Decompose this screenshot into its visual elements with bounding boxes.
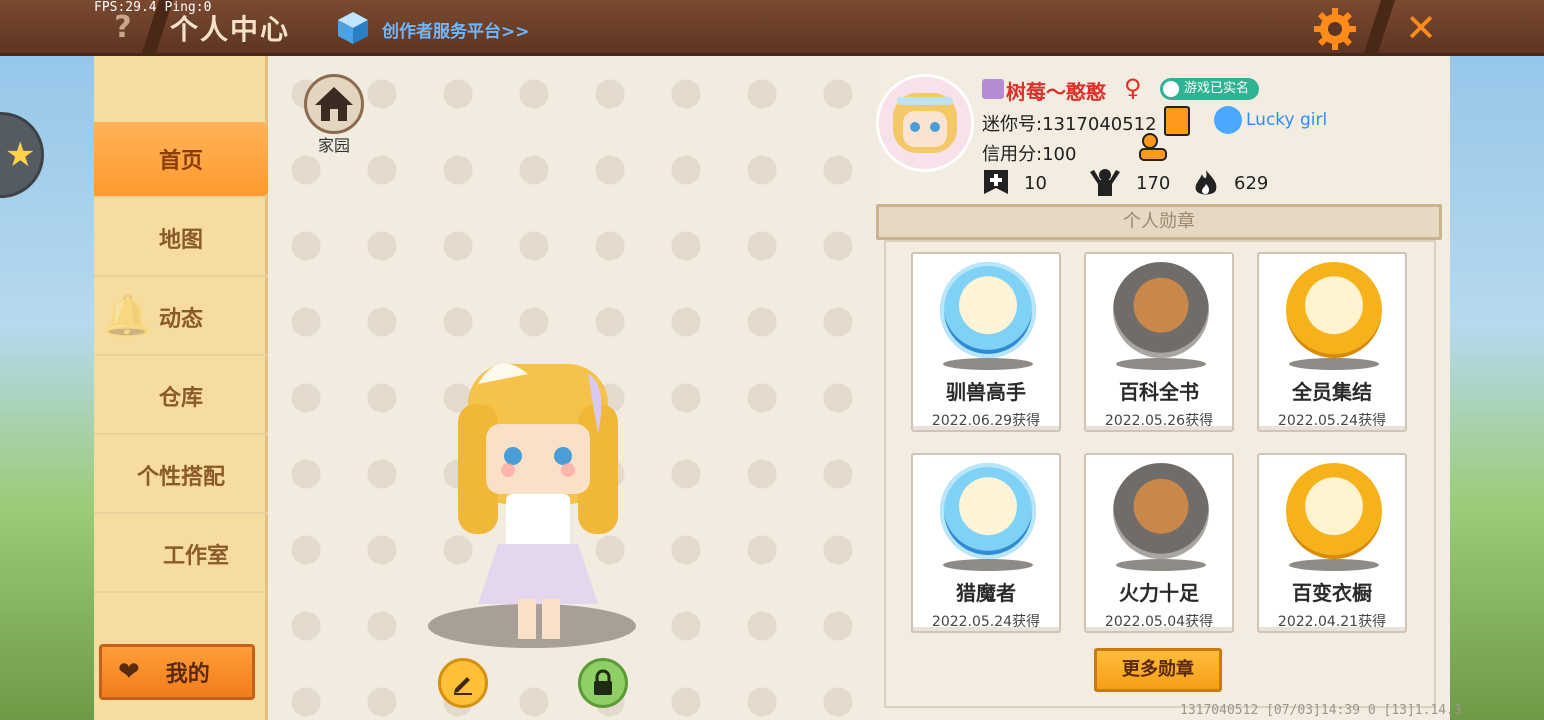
avatar[interactable] [876, 74, 974, 172]
medal-pedestal [1289, 559, 1379, 571]
realname-badge: 游戏已实名 [1160, 78, 1260, 100]
sidebar-item-feed[interactable]: 🔔 动态 [94, 280, 268, 356]
sidebar: 首页 地图 🔔 动态 仓库 个性搭配 工作室 ❤ 我的 [94, 56, 268, 720]
mine-button[interactable]: ❤ 我的 [99, 644, 255, 700]
medal-icon [1286, 262, 1382, 358]
medal-card[interactable]: 百科全书 2022.05.26获得 [1084, 252, 1234, 432]
side-float-button[interactable]: ★ [0, 112, 44, 198]
edit-button[interactable] [438, 658, 488, 708]
medal-date: 2022.05.04获得 [1104, 614, 1214, 630]
credit-score: 信用分:100 [982, 144, 1077, 165]
vip-icon [982, 79, 1004, 99]
medal-pedestal [1116, 358, 1206, 370]
home-button[interactable] [304, 74, 364, 134]
medal-card[interactable]: 猎魔者 2022.05.24获得 [911, 453, 1061, 633]
medal-icon [940, 463, 1036, 559]
home-label: 家园 [317, 136, 350, 155]
debug-footer: 1317040512 [07/03]14:39 0 [13]1.14.3 [1180, 703, 1462, 718]
sidebar-item-label: 个性搭配 [136, 465, 225, 490]
medals-heading: 个人勋章 [876, 204, 1442, 240]
medal-icon [1286, 463, 1382, 559]
help-icon[interactable]: ? [108, 10, 138, 46]
sidebar-item-label: 首页 [158, 149, 203, 174]
sidebar-item-outfit[interactable]: 个性搭配 [94, 438, 268, 514]
fans-stat[interactable]: 170 [1088, 168, 1170, 198]
lock-button[interactable] [578, 658, 628, 708]
bell-icon: 🔔 [102, 293, 152, 339]
medal-name: 百科全书 [1119, 380, 1199, 404]
character-model[interactable] [438, 344, 638, 644]
player-title[interactable]: Lucky girl [1246, 110, 1327, 130]
heart-icon: ❤ [118, 657, 140, 687]
creator-platform-link[interactable]: 创作者服务平台>> [382, 17, 530, 42]
medal-name: 百变衣橱 [1292, 581, 1372, 605]
sidebar-item-map[interactable]: 地图 [94, 201, 268, 277]
avatar-image [879, 77, 971, 169]
character-area: 家园 [268, 56, 876, 720]
cube-icon[interactable] [336, 10, 370, 46]
page-title: 个人中心 [170, 13, 291, 46]
medal-pedestal [1116, 559, 1206, 571]
female-icon: ♀ [1124, 74, 1142, 102]
fans-count: 170 [1136, 172, 1171, 194]
medal-date: 2022.06.29获得 [931, 413, 1041, 429]
star-icon: ★ [5, 135, 36, 175]
sidebar-item-studio[interactable]: 工作室 [94, 517, 268, 593]
medal-card[interactable]: 驯兽高手 2022.06.29获得 [911, 252, 1061, 432]
sidebar-item-home[interactable]: 首页 [94, 122, 268, 198]
friends-count: 10 [1024, 172, 1047, 194]
medal-card[interactable]: 全员集结 2022.05.24获得 [1257, 252, 1407, 432]
title-badge-icon [1214, 106, 1242, 134]
close-icon[interactable]: ✕ [1400, 8, 1442, 50]
sidebar-item-warehouse[interactable]: 仓库 [94, 359, 268, 435]
mine-label: 我的 [165, 662, 210, 687]
sidebar-item-label: 地图 [158, 228, 203, 253]
fire-icon [1195, 170, 1217, 195]
house-icon [315, 87, 353, 121]
medal-name: 猎魔者 [956, 581, 1016, 605]
friends-stat[interactable]: 10 [982, 168, 1047, 198]
medal-icon [940, 262, 1036, 358]
medal-icon [1113, 463, 1209, 559]
user-id: 迷你号:1317040512 [982, 114, 1157, 135]
fans-icon [1090, 169, 1120, 196]
heat-count: 629 [1234, 172, 1269, 194]
sidebar-item-label: 仓库 [158, 386, 203, 411]
medal-name: 全员集结 [1292, 380, 1372, 404]
medal-date: 2022.04.21获得 [1277, 614, 1387, 630]
divider [1362, 0, 1396, 56]
pencil-icon [454, 677, 472, 695]
medals-grid: 驯兽高手 2022.06.29获得 百科全书 2022.05.26获得 全员集结… [884, 240, 1436, 708]
lock-icon [594, 669, 612, 695]
medal-pedestal [943, 559, 1033, 571]
top-bar: ? FPS:29.4 Ping:0 个人中心 创作者服务平台>> ✕ [0, 0, 1544, 56]
heat-stat[interactable]: 629 [1192, 168, 1268, 198]
medal-card[interactable]: 火力十足 2022.05.04获得 [1084, 453, 1234, 633]
medal-name: 驯兽高手 [946, 380, 1026, 404]
nickname: 树莓～憨憨 [1006, 80, 1106, 104]
medal-pedestal [1289, 358, 1379, 370]
medal-pedestal [943, 358, 1033, 370]
sidebar-item-label: 动态 [158, 307, 203, 332]
medal-icon [1113, 262, 1209, 358]
medal-name: 火力十足 [1119, 581, 1199, 605]
more-medals-button[interactable]: 更多勋章 [1094, 648, 1222, 692]
gear-icon[interactable] [1312, 6, 1358, 52]
medal-date: 2022.05.24获得 [1277, 413, 1387, 429]
sidebar-item-label: 工作室 [162, 544, 229, 569]
person-card-icon[interactable] [1138, 132, 1168, 162]
medal-date: 2022.05.26获得 [1104, 413, 1214, 429]
medal-card[interactable]: 百变衣橱 2022.04.21获得 [1257, 453, 1407, 633]
friends-icon [984, 170, 1008, 194]
medal-date: 2022.05.24获得 [931, 614, 1041, 630]
